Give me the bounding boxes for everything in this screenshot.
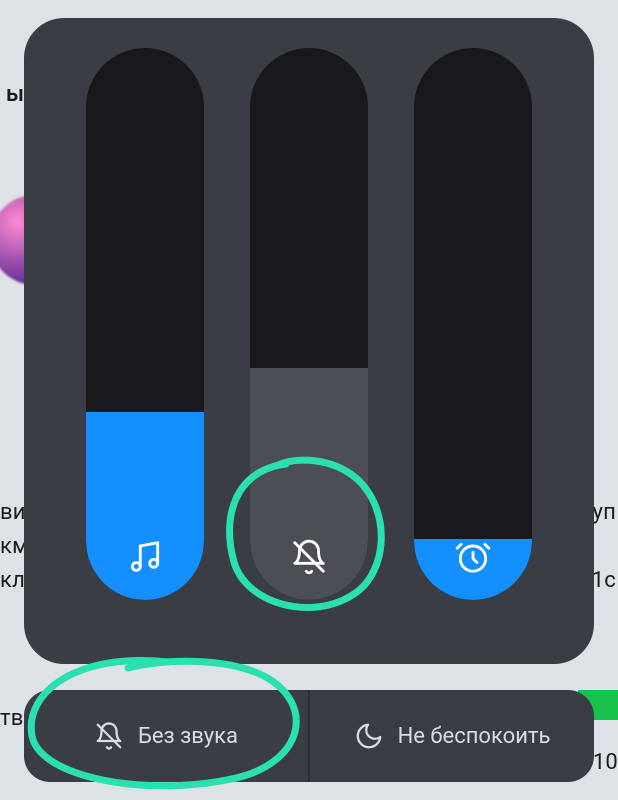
- mute-label: Без звука: [138, 724, 238, 749]
- moon-icon: [354, 721, 384, 751]
- bell-off-icon: [290, 538, 328, 576]
- slider-media[interactable]: [86, 48, 204, 600]
- music-icon: [126, 538, 164, 576]
- mode-bar: Без звука Не беспокоить: [24, 690, 594, 782]
- bg-text: ви: [0, 500, 26, 525]
- bg-text: 1с: [592, 568, 616, 593]
- bg-text: кл: [0, 568, 25, 593]
- alarm-icon: [454, 538, 492, 576]
- bell-off-icon: [94, 721, 124, 751]
- slider-alarm[interactable]: [414, 48, 532, 600]
- slider-group: [24, 48, 594, 600]
- slider-notification[interactable]: [250, 48, 368, 600]
- dnd-button[interactable]: Не беспокоить: [310, 690, 594, 782]
- bg-text: уп: [592, 500, 616, 525]
- mute-button[interactable]: Без звука: [24, 690, 308, 782]
- bg-text: ы: [6, 82, 24, 107]
- volume-panel: [24, 18, 594, 664]
- bg-text: 10: [593, 750, 618, 775]
- dnd-label: Не беспокоить: [398, 724, 551, 749]
- bg-text: тв: [0, 706, 24, 731]
